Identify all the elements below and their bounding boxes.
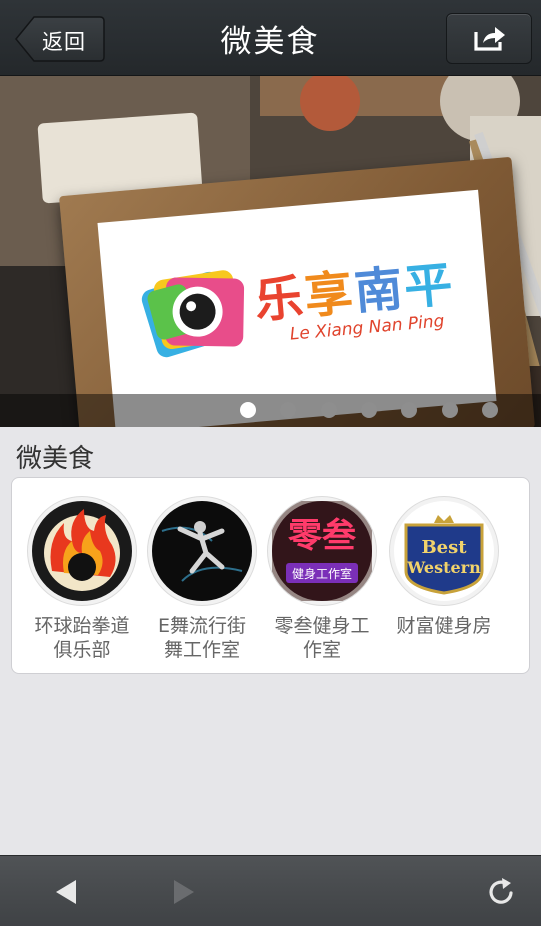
carousel-dot[interactable] — [280, 402, 297, 418]
merchant-name-line1: 财富健身房 — [396, 615, 492, 637]
triangle-right-icon — [174, 880, 194, 904]
logo-char-1: 乐 — [252, 269, 308, 330]
nav-back-button[interactable] — [52, 876, 84, 908]
carousel-dot[interactable] — [401, 402, 418, 418]
back-button[interactable]: 返回 — [14, 15, 106, 63]
logo-text-line1: Best — [421, 537, 467, 558]
merchant-item[interactable]: Best Western 财富健身房 — [384, 496, 504, 666]
back-button-label: 返回 — [42, 30, 86, 54]
carousel-dot[interactable] — [441, 402, 458, 418]
share-icon — [474, 27, 505, 51]
refresh-icon — [489, 878, 513, 904]
merchant-avatar: 零叁 健身工作室 — [267, 496, 377, 606]
best-western-logo-icon: Best Western — [394, 501, 494, 601]
refresh-button[interactable] — [486, 876, 518, 908]
merchant-item[interactable]: 零叁 健身工作室 零叁健身工 作室 — [262, 496, 382, 666]
taekwondo-flame-logo-icon — [32, 501, 132, 601]
carousel-dot[interactable] — [320, 402, 337, 418]
merchant-name: E舞流行街 舞工作室 — [142, 614, 262, 662]
merchant-name-line1: 环球跆拳道 — [34, 615, 130, 637]
carousel-dot[interactable] — [240, 402, 256, 418]
logo-text-line2: Western — [406, 558, 481, 577]
carousel-dot[interactable] — [360, 402, 377, 418]
triangle-left-icon — [56, 880, 76, 904]
nav-forward-button[interactable] — [166, 876, 198, 908]
merchant-item[interactable]: E舞流行街 舞工作室 — [142, 496, 262, 666]
logo-char-4: 平 — [401, 256, 457, 317]
carousel-dot[interactable] — [481, 402, 498, 418]
merchant-name-line1: 零叁健身工 — [274, 615, 370, 637]
merchant-avatar — [147, 496, 257, 606]
merchant-grid: 环球跆拳道 俱乐部 E舞流行街 舞工作室 零叁 健身工作室 零叁健身工 作室 B… — [11, 477, 530, 674]
logo-char-3: 南 — [352, 260, 407, 321]
merchant-avatar: Best Western — [389, 496, 499, 606]
page-title: 微美食 — [220, 24, 320, 60]
neon-sign-text: 零叁 — [288, 516, 357, 556]
merchant-avatar — [27, 496, 137, 606]
neon-sign-logo-icon: 零叁 健身工作室 — [272, 501, 372, 601]
merchant-name-line2: 作室 — [302, 639, 341, 661]
app-screen: 返回 微美食 乐享南平 Le Xiang Nan Ping 微美食 环球跆拳道 … — [0, 0, 541, 926]
merchant-name: 环球跆拳道 俱乐部 — [22, 614, 142, 662]
merchant-name: 零叁健身工 作室 — [262, 614, 382, 662]
merchant-name-line2: 舞工作室 — [163, 639, 240, 661]
neon-sign-subtext: 健身工作室 — [292, 566, 352, 581]
logo-char-2: 享 — [302, 265, 358, 326]
bottom-toolbar — [0, 855, 541, 926]
merchant-name-line2: 俱乐部 — [53, 639, 111, 661]
banner-carousel[interactable]: 乐享南平 Le Xiang Nan Ping — [0, 76, 541, 427]
merchant-name: 财富健身房 — [384, 614, 504, 638]
merchant-name-line1: E舞流行街 — [157, 615, 246, 637]
logo-chalkboard: 乐享南平 Le Xiang Nan Ping — [59, 156, 535, 427]
camera-logo-icon — [141, 270, 245, 358]
street-dancer-logo-icon — [152, 501, 252, 601]
logo-panel: 乐享南平 Le Xiang Nan Ping — [97, 189, 497, 427]
section-title: 微美食 — [16, 444, 95, 474]
carousel-indicator — [0, 394, 541, 427]
merchant-item[interactable]: 环球跆拳道 俱乐部 — [22, 496, 142, 666]
share-button[interactable] — [446, 13, 532, 64]
top-nav-bar: 返回 微美食 — [0, 0, 541, 76]
